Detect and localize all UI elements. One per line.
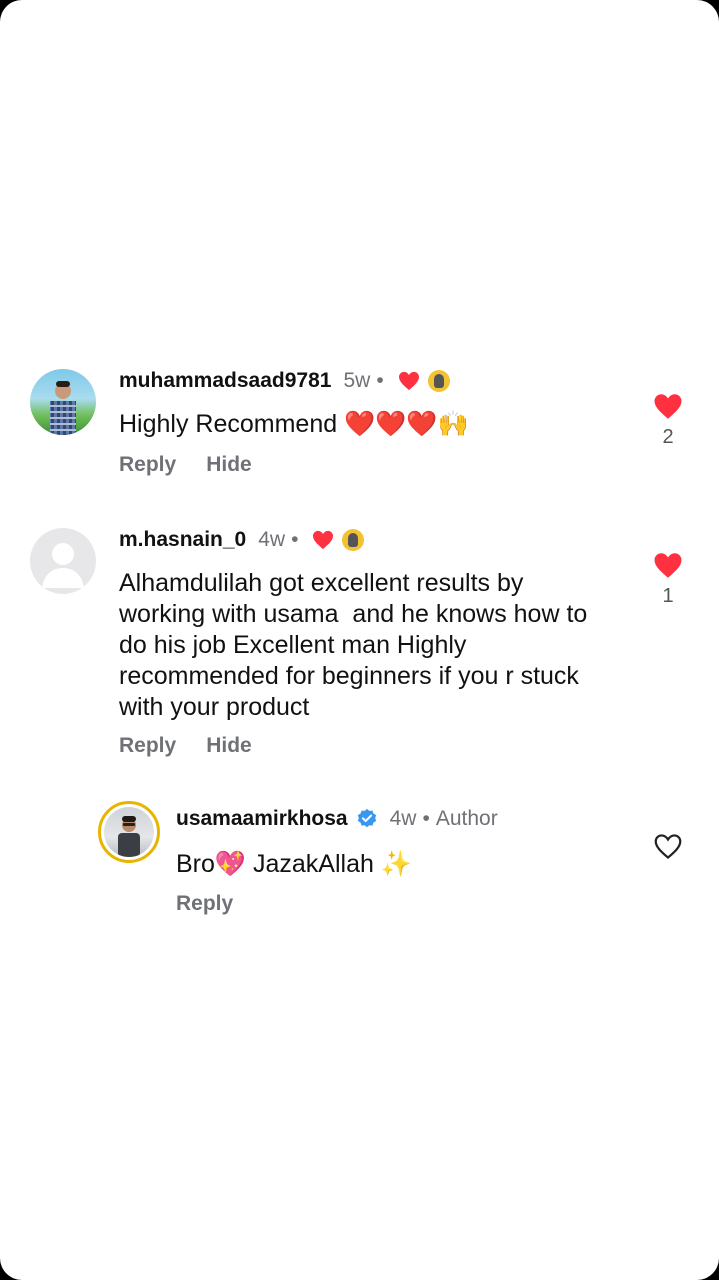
timestamp: 5w: [343, 369, 371, 392]
comment-text: Highly Recommend ❤️❤️❤️🙌: [119, 410, 469, 438]
reply-text: Bro💖 JazakAllah ✨: [176, 850, 412, 878]
like-count: 2: [662, 426, 674, 448]
separator-dot: •: [422, 807, 430, 830]
creator-avatar-icon: [342, 529, 365, 551]
timestamp: 4w: [389, 807, 417, 830]
timestamp: 4w: [258, 528, 286, 551]
like-button[interactable]: 1: [652, 552, 684, 608]
hide-button[interactable]: Hide: [206, 734, 252, 758]
username[interactable]: muhammadsaad9781: [119, 369, 331, 393]
like-button[interactable]: 2: [652, 393, 684, 449]
reply-header: usamaamirkhosa 4w • Author: [176, 807, 498, 831]
like-count: 1: [662, 585, 674, 607]
comment-header: muhammadsaad9781 5w •: [119, 369, 450, 393]
comment-text: Alhamdulilah got excellent results by wo…: [119, 569, 588, 721]
like-button[interactable]: [652, 833, 684, 860]
avatar[interactable]: [98, 801, 160, 863]
username[interactable]: m.hasnain_0: [119, 528, 246, 552]
comments-screen: muhammadsaad9781 5w • Highly Recommend ❤…: [0, 0, 719, 1280]
separator-dot: •: [376, 369, 384, 392]
creator-liked-heart-icon: [398, 371, 419, 391]
creator-avatar-icon: [427, 370, 450, 392]
reply-button[interactable]: Reply: [119, 734, 176, 758]
reply-actions: Reply: [176, 892, 233, 916]
avatar[interactable]: [30, 528, 96, 594]
avatar-image: [104, 807, 154, 857]
heart-icon: [654, 394, 682, 419]
creator-liked-heart-icon: [313, 530, 334, 550]
comment-header: m.hasnain_0 4w •: [119, 528, 365, 552]
username[interactable]: usamaamirkhosa: [176, 807, 348, 831]
reply-button[interactable]: Reply: [176, 892, 233, 916]
heart-icon: [654, 553, 682, 578]
hide-button[interactable]: Hide: [206, 453, 252, 477]
separator-dot: •: [291, 528, 299, 551]
heart-outline-icon: [654, 834, 682, 859]
reply-button[interactable]: Reply: [119, 453, 176, 477]
author-label: Author: [435, 807, 498, 830]
comment-actions: Reply Hide: [119, 453, 252, 477]
avatar[interactable]: [30, 369, 96, 435]
verified-badge-icon: [357, 808, 376, 828]
comment-actions: Reply Hide: [119, 734, 252, 758]
